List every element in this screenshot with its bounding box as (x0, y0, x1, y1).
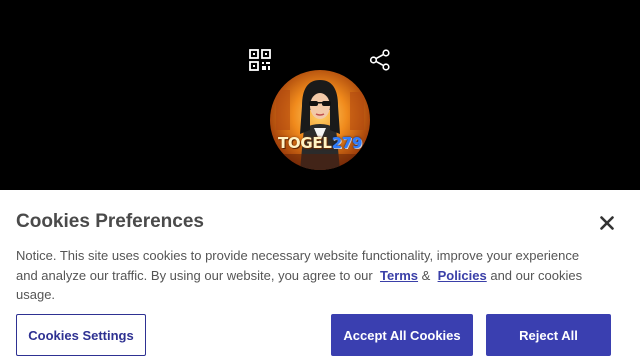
avatar-image (270, 70, 370, 170)
profile-avatar: TOGEL279 (270, 70, 370, 170)
cookies-settings-button[interactable]: Cookies Settings (16, 314, 146, 356)
cookie-preferences-dialog: Cookies Preferences Notice. This site us… (0, 190, 640, 360)
avatar-brand-text: TOGEL279 (277, 134, 363, 152)
share-icon[interactable] (369, 49, 391, 71)
qr-code-icon[interactable] (249, 49, 271, 71)
notice-ampersand: & (421, 267, 431, 283)
profile-header: TOGEL279 (0, 0, 640, 190)
cookie-notice-text: Notice. This site uses cookies to provid… (16, 246, 596, 305)
accept-all-cookies-button[interactable]: Accept All Cookies (331, 314, 473, 356)
terms-link[interactable]: Terms (380, 268, 418, 283)
policies-link[interactable]: Policies (438, 268, 487, 283)
reject-all-button[interactable]: Reject All (486, 314, 611, 356)
dialog-title: Cookies Preferences (16, 211, 204, 232)
close-icon[interactable] (596, 212, 618, 234)
